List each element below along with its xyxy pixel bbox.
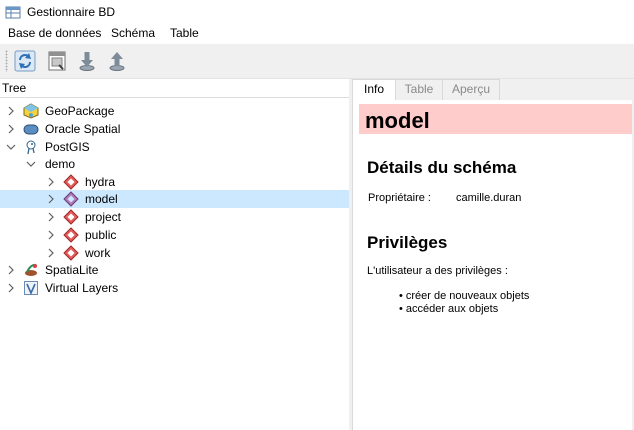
- tree-item-work[interactable]: work: [0, 244, 349, 262]
- tree-header-label: Tree: [2, 81, 27, 95]
- info-title: model: [365, 108, 430, 133]
- export-icon: [109, 52, 125, 71]
- chevron-right-icon[interactable]: [6, 124, 16, 134]
- chevron-right-icon[interactable]: [6, 283, 16, 293]
- chevron-right-icon[interactable]: [6, 265, 16, 275]
- tree-item-virtual-layers[interactable]: Virtual Layers: [0, 279, 349, 297]
- tree-item-label: hydra: [85, 175, 116, 189]
- schema-icon: [63, 191, 79, 207]
- tree-item-label: model: [85, 192, 118, 206]
- tree-item-postgis[interactable]: PostGIS: [0, 138, 349, 156]
- sql-window-button[interactable]: [45, 49, 69, 73]
- schema-icon: [63, 174, 79, 190]
- tree-item-label: work: [85, 246, 111, 260]
- chevron-down-icon[interactable]: [6, 142, 16, 152]
- tab-bar: Info Table Aperçu: [352, 79, 634, 101]
- tree-item-label: SpatiaLite: [45, 263, 99, 277]
- tree-item-label: project: [85, 210, 122, 224]
- database-tree[interactable]: GeoPackage Oracle Spatial PostGIS demo h…: [0, 98, 350, 430]
- tree-item-label: Virtual Layers: [45, 281, 119, 295]
- tree-item-label: PostGIS: [45, 140, 90, 154]
- info-pane: model Détails du schéma Propriétaire : c…: [352, 100, 634, 430]
- sql-window-icon: [48, 51, 66, 71]
- refresh-icon: [14, 50, 36, 72]
- tree-item-oracle-spatial[interactable]: Oracle Spatial: [0, 120, 349, 138]
- toolbar-grip[interactable]: [5, 50, 8, 72]
- postgis-icon: [26, 140, 36, 155]
- schema-icon: [63, 209, 79, 225]
- oracle-icon: [23, 124, 39, 135]
- tree-item-label: demo: [45, 157, 76, 171]
- privileges-text: L'utilisateur a des privilèges :: [367, 265, 508, 277]
- privilege-item: créer de nouveaux objets: [399, 290, 530, 303]
- chevron-right-icon[interactable]: [46, 212, 56, 222]
- refresh-button[interactable]: [13, 49, 37, 73]
- tree-item-label: GeoPackage: [45, 104, 115, 118]
- tree-item-geopackage[interactable]: GeoPackage: [0, 102, 349, 120]
- virtual-layers-icon: [24, 281, 38, 295]
- tab-table[interactable]: Table: [395, 79, 443, 100]
- privilege-item: accéder aux objets: [399, 303, 529, 316]
- tree-item-demo[interactable]: demo: [0, 155, 349, 173]
- chevron-right-icon[interactable]: [46, 230, 56, 240]
- privileges-heading: Privilèges: [367, 233, 448, 252]
- tree-item-spatialite[interactable]: SpatiaLite: [0, 261, 349, 279]
- tree-item-hydra[interactable]: hydra: [0, 173, 349, 191]
- tree-item-project[interactable]: project: [0, 208, 349, 226]
- tab-preview[interactable]: Aperçu: [442, 79, 500, 100]
- tree-item-model[interactable]: model: [0, 190, 349, 208]
- spatialite-icon: [25, 263, 37, 276]
- info-title-band: model: [359, 104, 634, 134]
- owner-value: camille.duran: [456, 192, 522, 204]
- tree-item-label: Oracle Spatial: [45, 122, 121, 136]
- menu-table[interactable]: Table: [168, 26, 201, 40]
- tab-info[interactable]: Info: [352, 79, 396, 101]
- chevron-right-icon[interactable]: [46, 177, 56, 187]
- privileges-list: créer de nouveaux objets accéder aux obj…: [399, 290, 530, 316]
- window-title: Gestionnaire BD: [27, 5, 116, 19]
- title-bar: Gestionnaire BD: [0, 0, 634, 24]
- chevron-right-icon[interactable]: [46, 248, 56, 258]
- chevron-right-icon[interactable]: [46, 194, 56, 204]
- menu-bar: Base de données Schéma Table: [0, 24, 634, 44]
- menu-database[interactable]: Base de données: [6, 26, 103, 40]
- tree-item-public[interactable]: public: [0, 226, 349, 244]
- schema-icon: [63, 227, 79, 243]
- owner-label: Propriétaire :: [368, 192, 431, 204]
- schema-details-heading: Détails du schéma: [367, 158, 517, 177]
- menu-schema[interactable]: Schéma: [109, 26, 157, 40]
- geopackage-icon: [23, 103, 39, 119]
- tree-header: Tree: [0, 79, 349, 98]
- db-manager-app-icon: [5, 4, 21, 23]
- chevron-right-icon[interactable]: [6, 106, 16, 116]
- toolbar: [0, 44, 634, 79]
- tree-item-label: public: [85, 228, 117, 242]
- chevron-down-icon[interactable]: [26, 159, 36, 169]
- schema-icon: [63, 245, 79, 261]
- import-layer-icon: [79, 52, 95, 71]
- import-layer-button[interactable]: [75, 49, 99, 73]
- export-button[interactable]: [105, 49, 129, 73]
